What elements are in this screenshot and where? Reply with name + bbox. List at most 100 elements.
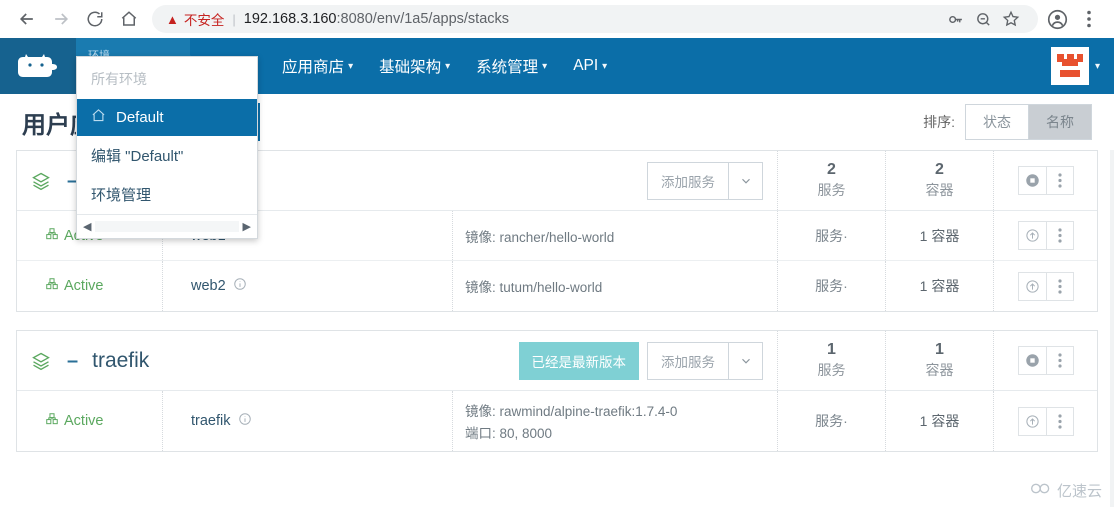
info-circle-icon[interactable] <box>233 277 247 296</box>
service-state: Active <box>17 412 162 430</box>
add-service-split-button[interactable]: 添加服务 <box>647 161 763 200</box>
service-image-label: 镜像: rawmind/alpine-traefik:1.7.4-0 <box>465 404 678 419</box>
service-active-icon <box>45 277 59 295</box>
nav-item-admin[interactable]: 系统管理 ▾ <box>476 55 547 77</box>
dropdown-item-edit-label: 编辑 "Default" <box>91 148 184 165</box>
home-icon <box>91 108 106 127</box>
stop-circle-icon[interactable] <box>1018 167 1046 194</box>
service-name-cell[interactable]: traefik <box>162 391 452 451</box>
service-controls <box>993 261 1097 311</box>
service-scale: 服务· <box>777 391 885 451</box>
scroll-left-arrow-icon[interactable]: ◀ <box>83 220 91 233</box>
add-service-split-button[interactable]: 添加服务 <box>647 341 763 380</box>
stack-services-count: 2 服务 <box>777 151 885 210</box>
stack-actions: 添加服务 <box>509 161 777 200</box>
dropdown-item-default-label: Default <box>116 109 164 126</box>
three-dot-menu-icon[interactable] <box>1045 167 1073 194</box>
scroll-right-arrow-icon[interactable]: ▶ <box>243 220 251 233</box>
stack-name-label: traefik <box>92 348 150 372</box>
cloud-logo-icon <box>1030 481 1052 500</box>
chevron-down-icon: ▾ <box>445 60 451 72</box>
up-to-date-button[interactable]: 已经是最新版本 <box>518 341 639 380</box>
containers-count-value: 1 <box>935 341 944 358</box>
services-count-value: 1 <box>827 341 836 358</box>
service-scale: 服务· <box>777 261 885 311</box>
forward-arrow-icon[interactable] <box>44 2 78 36</box>
service-active-icon <box>45 412 59 430</box>
services-count-value: 2 <box>827 161 836 178</box>
stack-header: – traefik 已经是最新版本 添加服务 1 服务 1 容器 <box>17 331 1097 391</box>
info-circle-icon[interactable] <box>238 412 252 431</box>
sort-by-name-button[interactable]: 名称 <box>1029 104 1092 140</box>
chevron-down-icon: ▾ <box>1094 60 1100 72</box>
service-scale: 服务· <box>777 211 885 260</box>
three-dot-menu-icon[interactable] <box>1045 272 1073 300</box>
back-arrow-icon[interactable] <box>10 2 44 36</box>
nav-item-infrastructure-label: 基础架构 <box>379 59 442 76</box>
service-row[interactable]: Active web2 镜像: tutum/hello-world 服务· 1 … <box>17 261 1097 311</box>
sort-label: 排序: <box>923 114 955 130</box>
scrollbar-track[interactable] <box>95 221 239 232</box>
service-name-cell[interactable]: web2 <box>162 261 452 311</box>
service-image-label: 镜像: tutum/hello-world <box>465 280 603 295</box>
url-path: :8080/env/1a5/apps/stacks <box>336 11 510 27</box>
environment-dropdown-menu: 所有环境 Default 编辑 "Default" 环境管理 ◀ ▶ <box>76 56 258 239</box>
three-dot-menu-icon[interactable] <box>1045 347 1073 374</box>
upgrade-circle-icon[interactable] <box>1018 407 1046 435</box>
nav-item-catalog[interactable]: 应用商店 ▾ <box>282 55 353 77</box>
service-state-label: Active <box>64 278 104 294</box>
home-icon[interactable] <box>112 2 146 36</box>
dropdown-item-default[interactable]: Default <box>77 99 257 136</box>
add-service-label: 添加服务 <box>648 162 728 199</box>
dropdown-header: 所有环境 <box>91 71 147 87</box>
service-row[interactable]: Active traefik 镜像: rawmind/alpine-traefi… <box>17 391 1097 451</box>
three-dot-menu-icon[interactable] <box>1074 2 1104 36</box>
dropdown-item-edit-default[interactable]: 编辑 "Default" <box>77 136 257 175</box>
containers-count-label: 容器 <box>925 362 954 378</box>
rancher-cow-logo[interactable] <box>0 38 76 94</box>
stack-services-count: 1 服务 <box>777 331 885 390</box>
nav-item-infrastructure[interactable]: 基础架构 ▾ <box>379 55 450 77</box>
star-icon[interactable] <box>998 6 1024 32</box>
dropdown-item-env-management-label: 环境管理 <box>91 187 152 204</box>
stack-containers-count: 2 容器 <box>885 151 993 210</box>
zoom-out-icon[interactable] <box>970 6 996 32</box>
layers-icon <box>17 171 65 191</box>
service-containers: 1 容器 <box>885 261 993 311</box>
three-dot-menu-icon[interactable] <box>1045 407 1073 435</box>
chevron-down-icon: ▾ <box>542 60 548 72</box>
insecure-warning-icon: ▲ <box>166 11 179 27</box>
stop-circle-icon[interactable] <box>1018 347 1046 374</box>
service-image-cell: 镜像: tutum/hello-world <box>452 261 777 311</box>
three-dot-menu-icon[interactable] <box>1045 222 1073 249</box>
page-root: ▲ 不安全 | 192.168.3.160:8080/env/1a5/apps/… <box>0 0 1114 507</box>
add-service-label: 添加服务 <box>648 342 728 379</box>
address-bar[interactable]: ▲ 不安全 | 192.168.3.160:8080/env/1a5/apps/… <box>152 5 1038 33</box>
service-controls <box>993 211 1097 260</box>
chevron-down-icon[interactable] <box>728 162 762 199</box>
url-host: 192.168.3.160 <box>243 11 337 27</box>
stack-name-cell[interactable]: – traefik <box>65 349 509 373</box>
nav-item-admin-label: 系统管理 <box>476 59 539 76</box>
services-count-label: 服务 <box>817 362 846 378</box>
user-menu[interactable]: ▾ <box>1050 38 1114 94</box>
minus-icon[interactable]: – <box>67 351 78 371</box>
nav-item-api[interactable]: API ▾ <box>573 57 607 75</box>
stack-controls <box>993 331 1097 390</box>
upgrade-circle-icon[interactable] <box>1018 222 1046 249</box>
sort-by-state-button[interactable]: 状态 <box>965 104 1029 140</box>
browser-toolbar: ▲ 不安全 | 192.168.3.160:8080/env/1a5/apps/… <box>0 0 1114 38</box>
chevron-down-icon: ▾ <box>602 60 608 72</box>
dropdown-horizontal-scrollbar[interactable]: ◀ ▶ <box>77 214 257 238</box>
key-icon[interactable] <box>942 6 968 32</box>
profile-avatar-icon[interactable] <box>1042 2 1072 36</box>
service-containers: 1 容器 <box>885 211 993 260</box>
nav-item-api-label: API <box>573 57 599 74</box>
upgrade-circle-icon[interactable] <box>1018 272 1046 300</box>
service-image-label: 镜像: rancher/hello-world <box>465 229 615 245</box>
service-image-cell: 镜像: rawmind/alpine-traefik:1.7.4-0 端口: 8… <box>452 391 777 451</box>
dropdown-item-env-management[interactable]: 环境管理 <box>77 175 257 214</box>
chevron-down-icon[interactable] <box>728 342 762 379</box>
service-image-cell: 镜像: rancher/hello-world <box>452 211 777 260</box>
reload-icon[interactable] <box>78 2 112 36</box>
